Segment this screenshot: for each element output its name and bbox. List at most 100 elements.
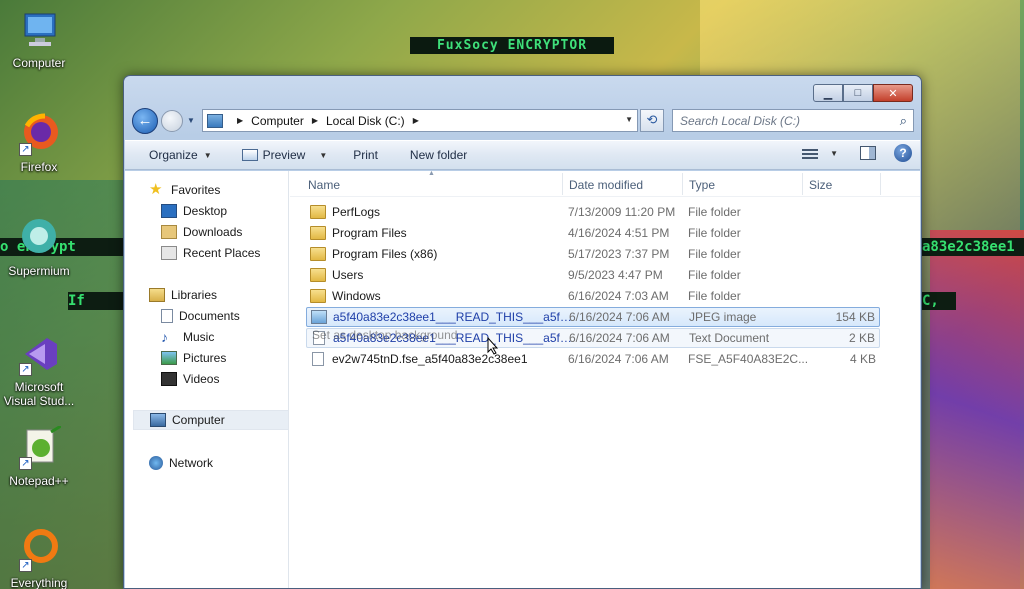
file-type: Text Document bbox=[689, 331, 770, 345]
sidebar-item-libraries[interactable]: Libraries bbox=[149, 285, 217, 305]
file-date: 5/17/2023 7:37 PM bbox=[568, 247, 670, 261]
column-header-size[interactable]: Size bbox=[809, 178, 832, 192]
refresh-button[interactable]: ⟲ bbox=[640, 109, 664, 132]
computer-icon bbox=[150, 413, 166, 427]
file-row[interactable]: Users 9/5/2023 4:47 PM File folder bbox=[306, 265, 880, 285]
organize-label: Organize bbox=[149, 148, 198, 162]
desktop-icon-supermium[interactable]: Supermium bbox=[0, 216, 78, 278]
preview-button[interactable]: Preview ▼ bbox=[232, 143, 338, 167]
supermium-icon bbox=[17, 216, 61, 260]
sidebar-item-recent-places[interactable]: Recent Places bbox=[161, 243, 260, 263]
file-row-selected[interactable]: a5f40a83e2c38ee1___READ_THIS___a5f40a...… bbox=[306, 307, 880, 327]
sidebar-item-downloads[interactable]: Downloads bbox=[161, 222, 242, 242]
sidebar-item-documents[interactable]: Documents bbox=[161, 306, 240, 326]
sidebar-item-network[interactable]: Network bbox=[149, 453, 213, 473]
mouse-cursor-icon bbox=[487, 337, 499, 355]
preview-pane-icon[interactable] bbox=[860, 146, 876, 160]
file-row[interactable]: Windows 6/16/2024 7:03 AM File folder bbox=[306, 286, 880, 306]
computer-icon bbox=[17, 8, 61, 52]
file-date: 9/5/2023 4:47 PM bbox=[568, 268, 663, 282]
minimize-button[interactable]: ▁ bbox=[813, 84, 843, 102]
desktop-icon-everything[interactable]: ↗ Everything bbox=[0, 528, 78, 589]
print-label: Print bbox=[353, 148, 378, 162]
notepadpp-icon: ↗ bbox=[17, 424, 62, 470]
breadcrumb-local-disk[interactable]: Local Disk (C:) bbox=[326, 114, 405, 128]
breadcrumb-separator-icon[interactable]: ▶ bbox=[312, 116, 318, 125]
address-bar[interactable]: ▶ Computer ▶ Local Disk (C:) ▶ ▼ bbox=[202, 109, 638, 132]
caption-buttons: ▁ □ ✕ bbox=[813, 84, 913, 102]
music-icon: ♪ bbox=[161, 329, 168, 345]
desktop-icon-visual-studio[interactable]: ↗ Microsoft Visual Stud... bbox=[0, 332, 78, 408]
everything-icon: ↗ bbox=[17, 528, 61, 572]
file-list-pane: ▲ Name Date modified Type Size PerfLogs … bbox=[290, 170, 920, 588]
file-icon bbox=[312, 352, 324, 366]
drag-tooltip: Set as desktop background bbox=[312, 328, 458, 342]
shortcut-arrow-icon: ↗ bbox=[19, 457, 32, 470]
sidebar-item-music[interactable]: ♪ Music bbox=[161, 327, 214, 347]
file-row[interactable]: ev2w745tnD.fse_a5f40a83e2c38ee1 6/16/202… bbox=[306, 349, 880, 369]
shortcut-arrow-icon: ↗ bbox=[19, 559, 32, 572]
folder-icon bbox=[310, 268, 326, 282]
command-bar: Organize ▼ Preview ▼ Print New folder ▼ … bbox=[125, 140, 920, 170]
new-folder-label: New folder bbox=[409, 148, 468, 162]
back-button[interactable]: ← bbox=[132, 108, 158, 134]
desktop-icon-label: Computer bbox=[12, 56, 66, 70]
sidebar-item-pictures[interactable]: Pictures bbox=[161, 348, 226, 368]
column-header-date[interactable]: Date modified bbox=[569, 178, 643, 192]
desktop-icon-firefox[interactable]: ↗ Firefox bbox=[0, 112, 78, 174]
column-header-name[interactable]: Name bbox=[308, 178, 340, 192]
search-icon[interactable]: ⌕ bbox=[900, 113, 907, 129]
column-header-type[interactable]: Type bbox=[689, 178, 715, 192]
libraries-icon bbox=[149, 288, 165, 302]
ransomware-banner: FuxSocy ENCRYPTOR bbox=[410, 37, 614, 54]
file-size: 2 KB bbox=[848, 331, 875, 345]
explorer-window: ▁ □ ✕ ← ▼ ▶ Computer ▶ Local Disk (C:) ▶… bbox=[123, 75, 922, 589]
close-button[interactable]: ✕ bbox=[873, 84, 913, 102]
breadcrumb-separator-icon[interactable]: ▶ bbox=[237, 116, 243, 125]
column-divider[interactable] bbox=[802, 173, 803, 195]
breadcrumb-computer[interactable]: Computer bbox=[251, 114, 304, 128]
column-divider[interactable] bbox=[880, 173, 881, 195]
toolbar-right-group: ▼ ? bbox=[802, 144, 912, 162]
desktop-icon-notepadpp[interactable]: ↗ Notepad++ bbox=[0, 424, 78, 488]
recent-pages-chevron-down-icon[interactable]: ▼ bbox=[187, 116, 195, 125]
forward-button[interactable] bbox=[161, 110, 183, 132]
organize-button[interactable]: Organize ▼ bbox=[139, 143, 222, 167]
column-divider[interactable] bbox=[562, 173, 563, 195]
file-row[interactable]: Program Files (x86) 5/17/2023 7:37 PM Fi… bbox=[306, 244, 880, 264]
search-input[interactable] bbox=[680, 113, 900, 128]
file-type: File folder bbox=[688, 268, 741, 282]
file-row[interactable]: PerfLogs 7/13/2009 11:20 PM File folder bbox=[306, 202, 880, 222]
sidebar-item-label: Computer bbox=[172, 413, 225, 427]
new-folder-button[interactable]: New folder bbox=[400, 143, 477, 167]
navigation-bar: ← ▼ ▶ Computer ▶ Local Disk (C:) ▶ ▼ ⟲ ⌕ bbox=[132, 107, 914, 135]
desktop-icon-label: Supermium bbox=[8, 264, 70, 278]
navigation-pane: ★ Favorites Desktop Downloads Recent Pla… bbox=[125, 171, 289, 588]
sidebar-item-label: Documents bbox=[179, 309, 240, 323]
file-type: File folder bbox=[688, 226, 741, 240]
sidebar-item-computer[interactable]: Computer bbox=[133, 410, 289, 430]
maximize-button[interactable]: □ bbox=[843, 84, 873, 102]
chevron-down-icon[interactable]: ▼ bbox=[830, 149, 838, 158]
wallpaper-streak bbox=[930, 230, 1024, 589]
explorer-body: ★ Favorites Desktop Downloads Recent Pla… bbox=[125, 170, 920, 588]
file-date: 6/16/2024 7:06 AM bbox=[569, 310, 670, 324]
breadcrumb-separator-icon[interactable]: ▶ bbox=[413, 116, 419, 125]
pictures-icon bbox=[161, 351, 177, 365]
change-view-icon[interactable] bbox=[802, 146, 820, 160]
help-icon[interactable]: ? bbox=[894, 144, 912, 162]
file-date: 7/13/2009 11:20 PM bbox=[568, 205, 676, 219]
sidebar-item-videos[interactable]: Videos bbox=[161, 369, 219, 389]
print-button[interactable]: Print bbox=[343, 143, 388, 167]
column-divider[interactable] bbox=[682, 173, 683, 195]
sidebar-item-favorites[interactable]: ★ Favorites bbox=[149, 180, 220, 200]
recent-places-icon bbox=[161, 246, 177, 260]
downloads-folder-icon bbox=[161, 225, 177, 239]
sidebar-item-desktop[interactable]: Desktop bbox=[161, 201, 227, 221]
file-row[interactable]: Program Files 4/16/2024 4:51 PM File fol… bbox=[306, 223, 880, 243]
desktop-icon-label: Everything bbox=[10, 576, 68, 589]
file-name: a5f40a83e2c38ee1___READ_THIS___a5f40a... bbox=[333, 310, 573, 324]
desktop-icon-computer[interactable]: Computer bbox=[0, 8, 78, 70]
address-history-chevron-down-icon[interactable]: ▼ bbox=[625, 115, 633, 124]
file-name: Windows bbox=[332, 289, 381, 303]
